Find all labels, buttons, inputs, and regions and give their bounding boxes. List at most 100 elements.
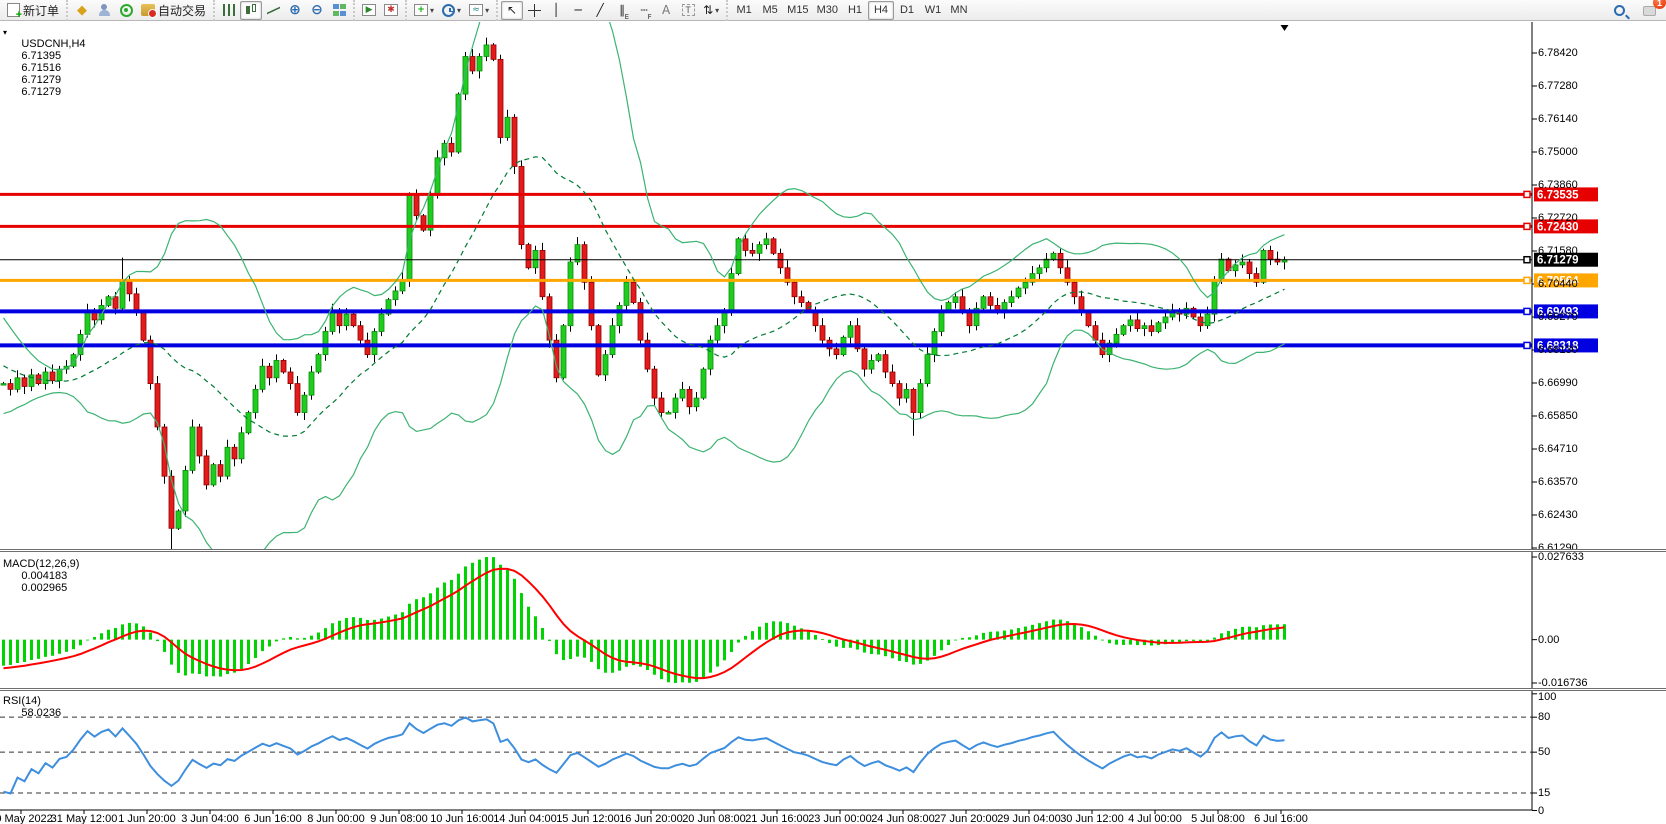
macd-histogram-bar <box>79 640 82 646</box>
time-tick-label: 30 May 2022 <box>0 813 53 824</box>
timeframe-w1-button[interactable]: W1 <box>920 1 946 20</box>
vertical-line-button[interactable]: │ <box>545 1 567 20</box>
new-order-button[interactable]: 新订单 <box>3 1 63 20</box>
trendline-button[interactable]: ╱ <box>589 1 611 20</box>
tile-windows-button[interactable] <box>328 1 350 20</box>
text-label-button[interactable]: T <box>677 1 699 20</box>
macd-histogram-bar <box>765 623 768 640</box>
horizontal-line-icon: ─ <box>574 3 581 17</box>
candle-up <box>925 355 930 384</box>
candle-down <box>988 297 993 306</box>
candle-up <box>568 262 573 326</box>
chart-shift-icon: ✱ <box>384 4 398 16</box>
price-tick-label: 6.65850 <box>1538 411 1578 422</box>
macd-histogram-bar <box>142 626 145 639</box>
macd-histogram-bar <box>261 640 264 651</box>
timeframe-m30-button[interactable]: M30 <box>813 1 842 20</box>
macd-histogram-bar <box>1192 640 1195 641</box>
zoom-in-button[interactable]: ⊕ <box>284 1 306 20</box>
line-anchor-square <box>1524 342 1530 348</box>
toolbar-group-window: ▶ ✱ <box>353 0 405 21</box>
macd-histogram-bar <box>660 640 663 680</box>
timeframe-mn-button[interactable]: MN <box>946 1 972 20</box>
toolbar-group-drawing: ↖ │ ─ ╱ ∥E ┄F A T <box>496 0 726 21</box>
search-button[interactable] <box>1608 1 1630 20</box>
macd-label: MACD(12,26,9) 0.004183 0.002965 <box>3 558 79 606</box>
time-tick-label: 23 Jun 00:00 <box>808 813 872 824</box>
candle-down <box>351 314 356 326</box>
chart-area[interactable]: 6.735356.724306.712796.705646.694936.683… <box>0 22 1666 824</box>
chart-shift-button[interactable]: ✱ <box>380 1 402 20</box>
time-tick-label: 15 Jun 12:00 <box>556 813 620 824</box>
macd-histogram-bar <box>758 627 761 640</box>
macd-histogram-bar <box>317 633 320 640</box>
rsi-tick-label: 80 <box>1538 712 1550 723</box>
candle-down <box>470 56 475 70</box>
fibonacci-button[interactable]: ┄F <box>633 1 655 20</box>
candle-down <box>792 282 797 296</box>
candle-up <box>239 433 244 459</box>
macd-histogram-bar <box>1108 640 1111 644</box>
candle-up <box>904 389 909 398</box>
macd-histogram-bar <box>562 640 565 660</box>
macd-histogram-bar <box>1038 623 1041 640</box>
cursor-button[interactable]: ↖ <box>501 1 523 20</box>
time-tick-label: 9 Jun 08:00 <box>370 813 428 824</box>
macd-histogram-bar <box>436 588 439 640</box>
timeframe-d1-button[interactable]: D1 <box>894 1 920 20</box>
candle-down <box>771 239 776 253</box>
text-button[interactable]: A <box>655 1 677 20</box>
candle-up <box>764 239 769 245</box>
toolbar-group-services: ◆ 自动交易 <box>66 0 213 21</box>
periods-button[interactable]: ▾ <box>438 1 465 20</box>
candle-down <box>820 326 825 340</box>
candle-up <box>407 195 412 279</box>
templates-button[interactable]: ≈ ▾ <box>465 1 493 20</box>
line-chart-button[interactable] <box>262 1 284 20</box>
crosshair-button[interactable] <box>523 1 545 20</box>
candle-up <box>1114 334 1119 343</box>
timeframe-h1-button[interactable]: H1 <box>842 1 868 20</box>
timeframe-label: MN <box>950 4 967 16</box>
timeframe-label: M5 <box>763 4 778 16</box>
channel-button[interactable]: ∥E <box>611 1 633 20</box>
signals-button[interactable] <box>115 1 137 20</box>
candle-up <box>953 297 958 303</box>
time-tick-label: 6 Jul 16:00 <box>1254 813 1308 824</box>
candle-down <box>547 297 552 340</box>
macd-histogram-bar <box>730 640 733 652</box>
timeframe-m1-button[interactable]: M1 <box>731 1 757 20</box>
candle-down <box>197 427 202 456</box>
macd-histogram-bar <box>422 597 425 639</box>
zoom-out-button[interactable]: ⊖ <box>306 1 328 20</box>
rsi-pane-splitter[interactable] <box>0 688 1666 691</box>
macd-pane-splitter[interactable] <box>0 549 1666 552</box>
macd-histogram-bar <box>450 580 453 640</box>
candle-up <box>505 117 510 137</box>
timeframe-m15-button[interactable]: M15 <box>783 1 812 20</box>
notifications-button[interactable]: 1 <box>1638 1 1660 20</box>
macd-histogram-bar <box>184 640 187 676</box>
macd-histogram-bar <box>303 638 306 640</box>
time-tick-label: 29 Jun 04:00 <box>997 813 1061 824</box>
candlestick-chart-button[interactable] <box>240 1 262 20</box>
arrows-button[interactable]: ⇅ ▾ <box>699 1 723 20</box>
macd-histogram-bar <box>940 640 943 651</box>
market-watch-button[interactable]: ◆ <box>71 1 93 20</box>
candle-up <box>330 311 335 331</box>
timeframe-h4-button[interactable]: H4 <box>868 1 894 20</box>
macd-histogram-bar <box>86 640 89 641</box>
price-tick-label: 6.78420 <box>1538 48 1578 59</box>
indicators-button[interactable]: + ▾ <box>410 1 438 20</box>
candle-down <box>134 294 139 311</box>
timeframe-m5-button[interactable]: M5 <box>757 1 783 20</box>
accounts-button[interactable] <box>93 1 115 20</box>
horizontal-line-button[interactable]: ─ <box>567 1 589 20</box>
chart-open-value: 6.71395 <box>21 50 61 62</box>
auto-trading-button[interactable]: 自动交易 <box>137 1 210 20</box>
bar-chart-button[interactable] <box>218 1 240 20</box>
candle-up <box>694 398 699 407</box>
chart-canvas[interactable]: 6.735356.724306.712796.705646.694936.683… <box>0 22 1666 824</box>
auto-scroll-button[interactable]: ▶ <box>358 1 380 20</box>
candle-up <box>1016 288 1021 297</box>
